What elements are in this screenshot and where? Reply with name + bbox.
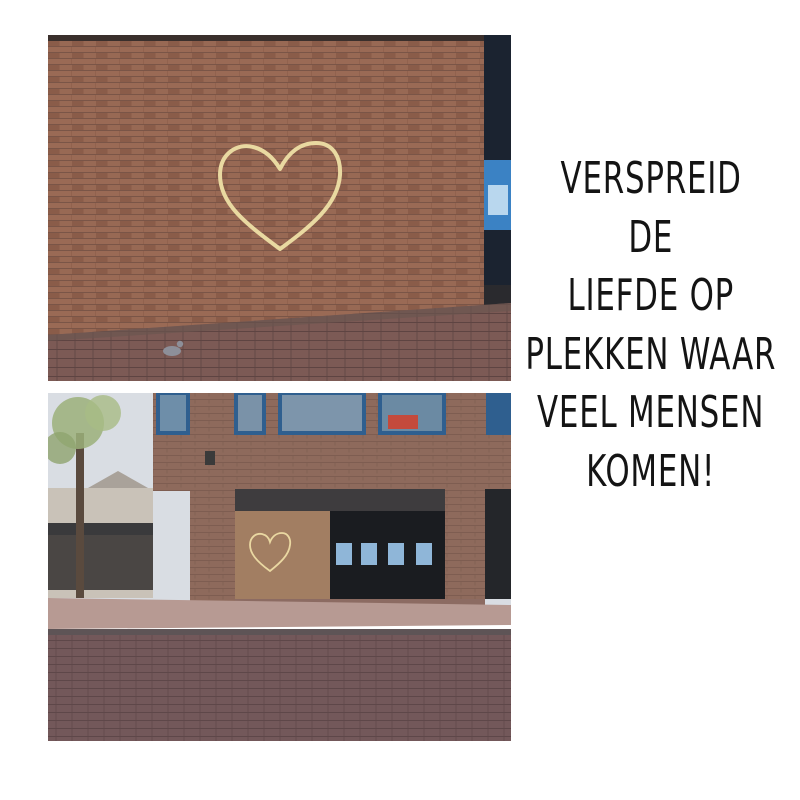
photo-bank-street: [48, 393, 511, 741]
caption-line-5: VEEL MENSEN: [537, 387, 765, 438]
caption-line-4: PLEKKEN WAAR: [525, 328, 777, 380]
caption-line-2: DE: [628, 211, 674, 263]
heart-wall-image: [48, 35, 511, 381]
caption-line-6: KOMEN!: [586, 445, 716, 497]
caption-text-block: VERSPREID DE LIEFDE OP PLEKKEN WAAR VEEL…: [522, 150, 780, 630]
photo-heart-wall: [48, 35, 511, 381]
caption-line-3: LIEFDE OP: [567, 270, 735, 321]
bank-street-image: [48, 393, 511, 741]
caption-line-1: VERSPREID: [560, 153, 742, 204]
